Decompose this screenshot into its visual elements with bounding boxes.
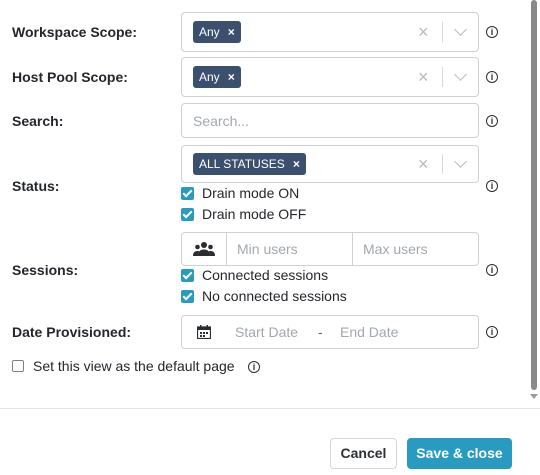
- status-tag: ALL STATUSES ×: [193, 153, 306, 175]
- default-page-label: Set this view as the default page: [33, 358, 235, 374]
- select-separator: [442, 67, 443, 87]
- range-separator: [352, 233, 353, 265]
- drain-mode-off-label: Drain mode OFF: [202, 206, 307, 222]
- info-icon[interactable]: i: [486, 326, 498, 338]
- tag-remove-icon[interactable]: ×: [228, 70, 235, 84]
- info-icon[interactable]: i: [486, 264, 498, 276]
- start-date-input[interactable]: Start Date: [235, 324, 298, 340]
- info-icon[interactable]: i: [486, 115, 498, 127]
- select-separator: [442, 22, 443, 42]
- date-provisioned-label: Date Provisioned:: [12, 324, 132, 340]
- cancel-button[interactable]: Cancel: [330, 438, 397, 469]
- chevron-down-icon[interactable]: [454, 23, 467, 36]
- no-connected-sessions-label: No connected sessions: [202, 288, 347, 304]
- info-icon[interactable]: i: [248, 361, 260, 373]
- connected-sessions-label: Connected sessions: [202, 267, 329, 283]
- workspace-scope-select[interactable]: Any × ×: [181, 12, 479, 52]
- host-pool-scope-select[interactable]: Any × ×: [181, 57, 479, 97]
- calendar-icon: [197, 325, 211, 339]
- clear-icon[interactable]: ×: [418, 68, 429, 86]
- min-users-input[interactable]: Min users: [237, 241, 298, 257]
- clear-icon[interactable]: ×: [418, 155, 429, 173]
- clear-icon[interactable]: ×: [418, 23, 429, 41]
- drain-mode-on-checkbox[interactable]: [181, 187, 194, 200]
- sessions-range: Min users Max users: [181, 232, 479, 266]
- date-separator: -: [318, 324, 323, 340]
- tag-label: Any: [199, 70, 220, 84]
- default-page-checkbox[interactable]: [12, 360, 24, 372]
- max-users-input[interactable]: Max users: [363, 241, 428, 257]
- filter-form: Workspace Scope: Any × × i Host Pool Scop…: [0, 0, 528, 408]
- tag-label: Any: [199, 25, 220, 39]
- scrollbar-thumb[interactable]: [531, 0, 537, 390]
- info-icon[interactable]: i: [486, 71, 498, 83]
- tag-remove-icon[interactable]: ×: [293, 157, 300, 171]
- sessions-label: Sessions:: [12, 262, 79, 278]
- search-input[interactable]: Search...: [181, 103, 479, 138]
- search-label: Search:: [12, 113, 64, 129]
- chevron-down-icon[interactable]: [454, 68, 467, 81]
- drain-mode-off-checkbox[interactable]: [181, 208, 194, 221]
- search-placeholder: Search...: [193, 113, 250, 129]
- no-connected-sessions-checkbox[interactable]: [181, 290, 194, 303]
- select-separator: [442, 154, 443, 174]
- workspace-scope-tag: Any ×: [193, 21, 241, 43]
- host-pool-scope-tag: Any ×: [193, 66, 241, 88]
- workspace-scope-label: Workspace Scope:: [12, 24, 138, 40]
- chevron-down-icon[interactable]: [454, 155, 467, 168]
- scroll-down-arrow-icon[interactable]: [530, 394, 538, 399]
- drain-mode-on-label: Drain mode ON: [202, 185, 300, 201]
- connected-sessions-checkbox[interactable]: [181, 269, 194, 282]
- status-label: Status:: [12, 178, 60, 194]
- users-icon-cell: [182, 233, 227, 265]
- users-icon: [193, 242, 215, 256]
- info-icon[interactable]: i: [486, 180, 498, 192]
- date-range-picker[interactable]: Start Date - End Date: [181, 315, 479, 349]
- host-pool-scope-label: Host Pool Scope:: [12, 69, 128, 85]
- tag-remove-icon[interactable]: ×: [228, 25, 235, 39]
- end-date-input[interactable]: End Date: [340, 324, 398, 340]
- vertical-scrollbar[interactable]: [528, 0, 540, 408]
- info-icon[interactable]: i: [486, 26, 498, 38]
- save-and-close-button[interactable]: Save & close: [407, 438, 512, 469]
- footer-divider: [0, 408, 540, 409]
- tag-label: ALL STATUSES: [199, 157, 285, 171]
- status-select[interactable]: ALL STATUSES × ×: [181, 145, 479, 183]
